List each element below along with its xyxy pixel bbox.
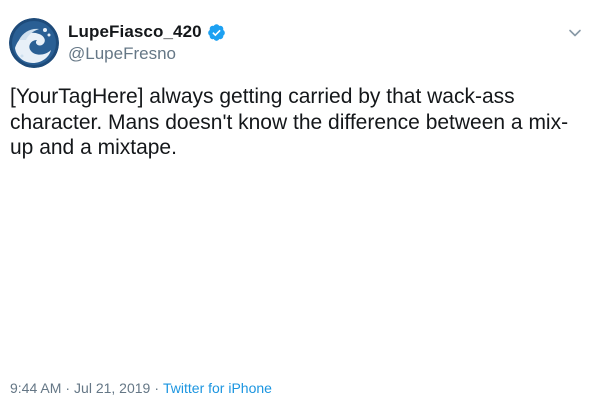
chevron-down-icon[interactable] bbox=[566, 24, 584, 42]
meta-separator: · bbox=[65, 380, 71, 396]
verified-badge-icon bbox=[207, 23, 226, 42]
avatar[interactable] bbox=[9, 18, 59, 68]
tweet-time[interactable]: 9:44 AM bbox=[10, 380, 61, 396]
tweet-metadata: 9:44 AM · Jul 21, 2019 · Twitter for iPh… bbox=[10, 380, 272, 396]
tweet-header: LupeFiasco_420 @LupeFresno bbox=[68, 21, 226, 64]
tweet-source-link[interactable]: Twitter for iPhone bbox=[163, 380, 272, 396]
tweet-date[interactable]: Jul 21, 2019 bbox=[74, 380, 150, 396]
wave-logo-icon bbox=[9, 18, 59, 68]
name-row: LupeFiasco_420 bbox=[68, 21, 226, 43]
tweet-text: [YourTagHere] always getting carried by … bbox=[10, 85, 569, 159]
user-handle[interactable]: @LupeFresno bbox=[68, 44, 226, 64]
meta-separator: · bbox=[154, 380, 160, 396]
tweet-card: LupeFiasco_420 @LupeFresno [YourTagHere]… bbox=[0, 0, 594, 408]
display-name[interactable]: LupeFiasco_420 bbox=[68, 22, 202, 42]
